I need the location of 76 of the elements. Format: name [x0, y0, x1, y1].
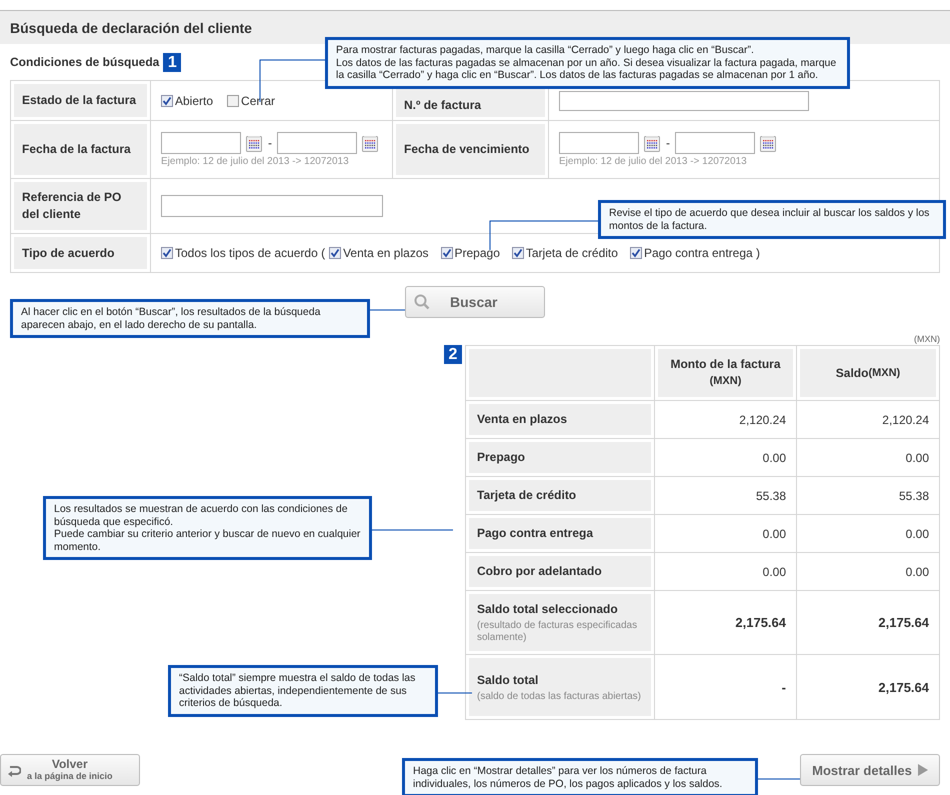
- checkbox-label: Venta en plazos: [343, 246, 428, 260]
- callout-text: Los datos de las facturas pagadas se almacenan por un año. Si desea visualizar la factura pagada, marque la casilla “Cerrado” y haga clic en “Buscar”. Los datos de las facturas pagadas se almacenan por 1 año.: [336, 56, 838, 82]
- column-header: Monto de la factura (MXN): [658, 349, 793, 397]
- row-label: Prepago: [469, 442, 651, 473]
- field-label: Fecha de vencimiento: [396, 124, 545, 175]
- checkbox-label: Todos los tipos de acuerdo (: [175, 246, 326, 260]
- callout-text: Para mostrar facturas pagadas, marque la casilla “Cerrado” y luego haga clic en “Buscar”.: [336, 44, 755, 56]
- amount-cell: 0.00: [906, 564, 929, 578]
- row-label: Saldo total: [477, 672, 538, 688]
- checkbox-label: Pago contra entrega ): [644, 246, 760, 260]
- checkbox[interactable]: [440, 247, 452, 259]
- text-input[interactable]: [161, 195, 383, 217]
- amount-cell: 0.00: [762, 564, 786, 578]
- caret-icon: [918, 764, 928, 776]
- field-label: Referencia de PO del cliente: [14, 182, 147, 230]
- callout-text: “Saldo total” siempre muestra el saldo de todas las actividades abiertas, independientemente de sus criterios de búsqueda.: [179, 672, 416, 710]
- calendar-icon[interactable]: [362, 134, 379, 152]
- checkbox[interactable]: [630, 247, 642, 259]
- date-input[interactable]: [161, 132, 241, 154]
- date-input[interactable]: [559, 132, 639, 154]
- date-separator: -: [666, 136, 670, 150]
- field-label: Estado de la factura: [14, 84, 147, 117]
- details-button[interactable]: Mostrar detalles: [800, 754, 940, 786]
- text-input[interactable]: [559, 90, 809, 110]
- checkbox[interactable]: [227, 94, 240, 106]
- callout-text: Los resultados se muestran de acuerdo con las condiciones de búsqueda que especificó.: [54, 503, 349, 528]
- calendar-icon[interactable]: [644, 134, 661, 152]
- amount-cell: 0.00: [762, 526, 786, 540]
- checkbox[interactable]: [512, 247, 524, 259]
- callout-text: Revise el tipo de acuerdo que desea incluir al buscar los saldos y los montos de la factura.: [609, 207, 930, 232]
- amount-cell: 0.00: [906, 526, 929, 540]
- step-badge: 2: [444, 345, 462, 364]
- callout-text: Al hacer clic en el botón “Buscar”, los resultados de la búsqueda aparecen abajo, en el lado derecho de su pantalla.: [21, 306, 322, 331]
- checkbox-label: Tarjeta de crédito: [526, 246, 618, 260]
- step-badge: 1: [163, 52, 182, 72]
- date-hint: Ejemplo: 12 de julio del 2013 -> 12072013: [559, 156, 747, 167]
- amount-cell: 0.00: [906, 450, 929, 464]
- search-icon: [414, 294, 430, 310]
- row-label: Cobro por adelantado: [469, 556, 651, 587]
- date-hint: Ejemplo: 12 de julio del 2013 -> 12072013: [161, 156, 349, 167]
- field-label: Fecha de la factura: [14, 124, 147, 175]
- checkbox-label: Cerrar: [241, 94, 276, 108]
- checkbox[interactable]: [161, 247, 173, 259]
- column-header: Saldo(MXN): [800, 349, 936, 397]
- search-button[interactable]: Buscar: [405, 286, 545, 318]
- row-label: Pago contra entrega: [469, 518, 651, 549]
- amount-cell: 0.00: [762, 450, 786, 464]
- row-label: Tarjeta de crédito: [469, 480, 651, 511]
- row-note: (resultado de facturas especificadas solamente): [477, 620, 638, 644]
- amount-cell: 2,175.64: [878, 680, 929, 694]
- row-label: Saldo total seleccionado: [477, 601, 618, 618]
- date-separator: -: [268, 136, 272, 150]
- back-button[interactable]: Volver a la página de inicio: [0, 754, 140, 786]
- row-note: (saldo de todas las facturas abiertas): [477, 690, 641, 702]
- currency-note: (MXN): [913, 334, 941, 346]
- amount-cell: 2,120.24: [882, 412, 929, 426]
- row-label: Venta en plazos: [469, 404, 651, 435]
- calendar-icon[interactable]: [246, 134, 263, 152]
- calendar-icon[interactable]: [760, 134, 777, 152]
- field-label: Tipo de acuerdo: [14, 237, 147, 269]
- date-input[interactable]: [675, 132, 755, 154]
- amount-cell: 2,175.64: [878, 615, 929, 630]
- page-title: Búsqueda de declaración del cliente: [10, 20, 252, 36]
- checkbox-label: Prepago: [454, 246, 500, 260]
- amount-cell: 55.38: [756, 488, 786, 502]
- checkbox[interactable]: [329, 247, 342, 259]
- section-title: Condiciones de búsqueda: [10, 55, 160, 69]
- amount-cell: 55.38: [898, 488, 929, 502]
- checkbox-label: Abierto: [175, 94, 214, 108]
- date-input[interactable]: [277, 132, 357, 154]
- checkbox[interactable]: [161, 94, 173, 106]
- callout-text: Haga clic en “Mostrar detalles” para ver los números de factura individuales, los números de PO, los pagos aplicados y los saldos.: [413, 765, 724, 790]
- amount-cell: -: [782, 680, 786, 694]
- amount-cell: 2,175.64: [735, 615, 786, 630]
- amount-cell: 2,120.24: [739, 412, 786, 426]
- callout-text: Puede cambiar su criterio anterior y buscar de nuevo en cualquier momento.: [54, 528, 361, 553]
